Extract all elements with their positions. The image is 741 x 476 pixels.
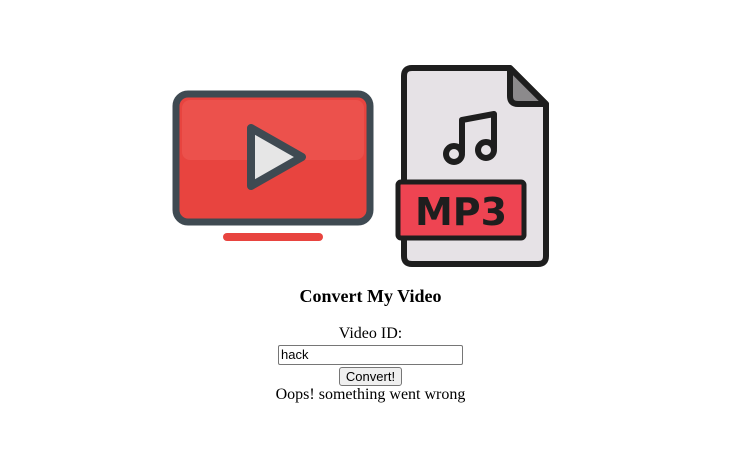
- convert-button[interactable]: Convert!: [338, 367, 403, 386]
- page-title: Convert My Video: [299, 286, 442, 306]
- tv-play-icon: [172, 90, 374, 241]
- convert-form: Video ID: Convert! Oops! something went …: [0, 324, 741, 405]
- error-message: Oops! something went wrong: [275, 386, 466, 403]
- video-id-input[interactable]: [278, 345, 463, 365]
- logo-illustration: MP3: [172, 65, 549, 267]
- video-id-label: Video ID:: [338, 325, 403, 342]
- mp3-label: MP3: [415, 190, 507, 234]
- mp3-file-icon: MP3: [395, 65, 549, 267]
